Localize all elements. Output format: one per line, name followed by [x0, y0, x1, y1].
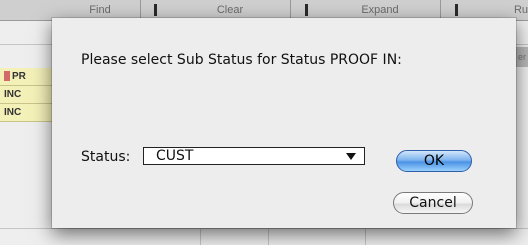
ok-button[interactable]: OK [396, 150, 472, 172]
cancel-button[interactable]: Cancel [393, 192, 473, 214]
status-select[interactable]: CUST [143, 147, 365, 165]
document-icon [4, 71, 10, 82]
table-row[interactable]: INC [0, 86, 58, 104]
toolbar-separator [154, 4, 157, 16]
expand-button[interactable]: Expand [320, 0, 441, 20]
clear-button[interactable]: Clear [170, 0, 291, 20]
sub-status-dialog: Please select Sub Status for Status PROO… [52, 18, 516, 228]
dialog-message: Please select Sub Status for Status PROO… [81, 52, 402, 68]
row-label: INC [4, 107, 22, 118]
dropdown-arrow-icon [346, 153, 356, 160]
status-label: Status: [81, 149, 131, 165]
status-select-value: CUST [156, 148, 194, 164]
toolbar-separator [455, 4, 458, 16]
table-row[interactable]: PR [0, 68, 58, 86]
grid-line [0, 228, 528, 229]
run-button[interactable]: Ru [470, 0, 528, 20]
table-row[interactable]: INC [0, 104, 58, 122]
find-button[interactable]: Find [60, 0, 141, 20]
row-label: PR [12, 71, 26, 82]
row-label: INC [4, 89, 22, 100]
toolbar-separator [305, 4, 308, 16]
